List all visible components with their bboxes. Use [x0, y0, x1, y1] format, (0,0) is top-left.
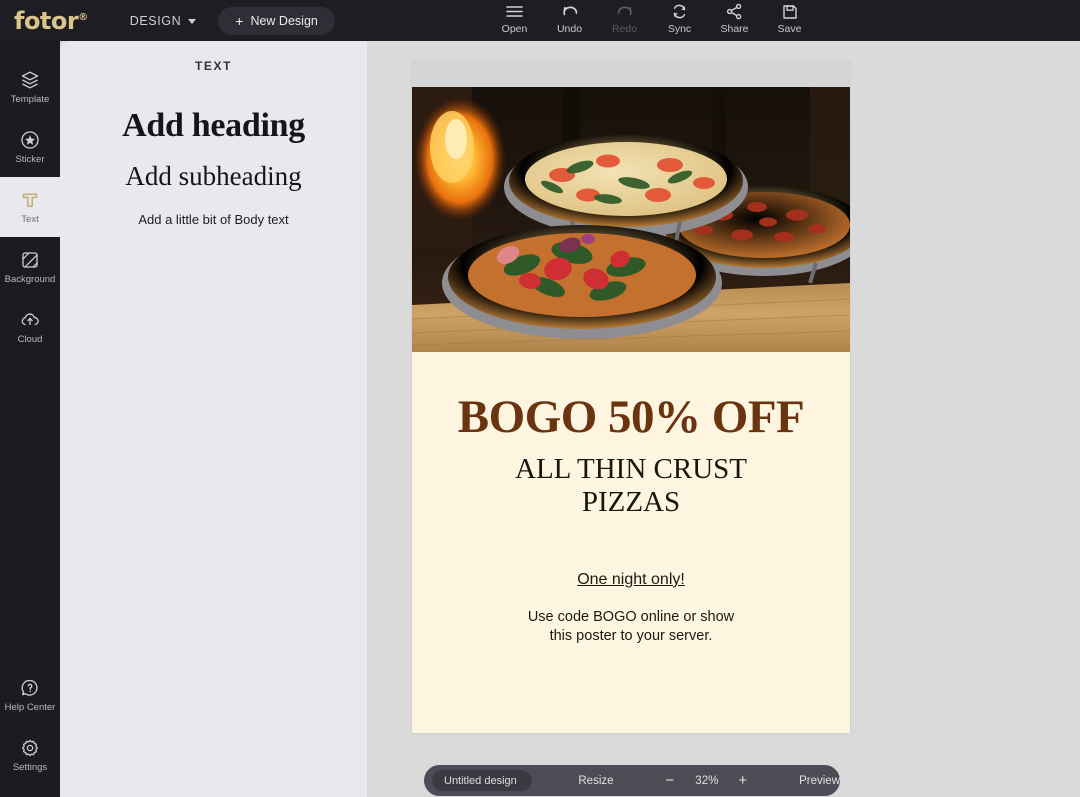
- poster-subheadline-line1: ALL THIN CRUST: [515, 453, 747, 485]
- canvas-top-band: [412, 62, 850, 87]
- sidebar-item-label: Background: [4, 274, 56, 285]
- redo-button[interactable]: Redo: [597, 0, 652, 35]
- logo-text: fotor: [14, 6, 79, 35]
- sync-refresh-icon: [671, 2, 688, 21]
- undo-arrow-icon: [560, 2, 580, 21]
- sync-label: Sync: [667, 23, 692, 35]
- design-canvas[interactable]: BOGO 50% OFF ALL THIN CRUST PIZZAS One n…: [412, 62, 850, 733]
- sidebar-item-label: Text: [21, 214, 39, 225]
- top-tool-group: Open Undo Redo Sync Share Save: [487, 0, 817, 41]
- sidebar-item-cloud[interactable]: Cloud: [0, 297, 60, 357]
- design-name-input[interactable]: Untitled design: [432, 770, 533, 791]
- poster-tagline[interactable]: One night only!: [412, 571, 850, 589]
- sidebar-secondary-group: Help Center Settings: [0, 665, 60, 785]
- panel-title: TEXT: [194, 59, 233, 73]
- sidebar-item-label: Sticker: [15, 154, 45, 165]
- add-heading-option[interactable]: Add heading: [60, 107, 367, 145]
- pizza-photo[interactable]: [412, 87, 850, 352]
- bottom-status-bar: Untitled design Resize − 32% + Preview: [424, 765, 840, 796]
- pizza-photo-illustration: [412, 87, 850, 352]
- undo-button[interactable]: Undo: [542, 0, 597, 35]
- floppy-disk-icon: [782, 2, 798, 21]
- sidebar-item-label: Template: [10, 94, 50, 105]
- poster-details[interactable]: Use code BOGO online or show this poster…: [412, 608, 850, 647]
- hatched-square-icon: [19, 249, 41, 271]
- sidebar-item-help-center[interactable]: Help Center: [0, 665, 60, 725]
- design-menu-label: DESIGN: [129, 13, 182, 28]
- sidebar-item-settings[interactable]: Settings: [0, 725, 60, 785]
- redo-arrow-icon: [615, 2, 635, 21]
- text-t-icon: [19, 189, 41, 211]
- registered-mark: ®: [78, 11, 88, 23]
- poster-headline[interactable]: BOGO 50% OFF: [412, 394, 850, 441]
- save-label: Save: [777, 23, 802, 35]
- save-button[interactable]: Save: [762, 0, 817, 35]
- sidebar-item-text[interactable]: Text: [0, 177, 60, 237]
- fotor-editor-window: fotor® DESIGN + New Design Open Undo Red…: [0, 0, 1080, 797]
- top-toolbar: fotor® DESIGN + New Design Open Undo Red…: [0, 0, 1080, 41]
- sync-button[interactable]: Sync: [652, 0, 707, 35]
- poster-subheadline[interactable]: ALL THIN CRUST PIZZAS: [412, 453, 850, 520]
- fotor-logo[interactable]: fotor®: [14, 7, 88, 35]
- share-label: Share: [720, 23, 749, 35]
- hamburger-menu-icon: [505, 2, 524, 21]
- open-button[interactable]: Open: [487, 0, 542, 35]
- plus-icon: +: [235, 12, 244, 29]
- sidebar-item-label: Settings: [12, 762, 48, 773]
- new-design-button[interactable]: + New Design: [218, 6, 335, 35]
- sidebar-item-sticker[interactable]: Sticker: [0, 117, 60, 177]
- left-sidebar: Template Sticker Text Background Cloud H…: [0, 41, 60, 797]
- sidebar-item-background[interactable]: Background: [0, 237, 60, 297]
- add-body-text-option[interactable]: Add a little bit of Body text: [60, 212, 367, 227]
- sidebar-item-label: Cloud: [17, 334, 43, 345]
- layers-stack-icon: [19, 69, 41, 91]
- add-subheading-option[interactable]: Add subheading: [60, 161, 367, 192]
- cloud-upload-icon: [19, 309, 41, 331]
- canvas-workspace[interactable]: BOGO 50% OFF ALL THIN CRUST PIZZAS One n…: [367, 41, 1080, 797]
- design-menu-dropdown[interactable]: DESIGN: [130, 14, 197, 28]
- undo-label: Undo: [556, 23, 583, 35]
- gear-icon: [19, 737, 41, 759]
- redo-label: Redo: [611, 23, 638, 35]
- new-design-label: New Design: [250, 13, 318, 28]
- preview-button[interactable]: Preview: [799, 775, 840, 787]
- poster-text-block: BOGO 50% OFF ALL THIN CRUST PIZZAS One n…: [412, 352, 850, 733]
- chevron-down-icon: [188, 19, 197, 24]
- zoom-in-button[interactable]: +: [738, 773, 747, 788]
- sidebar-item-label: Help Center: [4, 702, 56, 713]
- open-label: Open: [501, 23, 528, 35]
- poster-subheadline-line2: PIZZAS: [581, 486, 681, 519]
- question-bubble-icon: [19, 677, 41, 699]
- resize-button[interactable]: Resize: [578, 775, 613, 787]
- zoom-out-button[interactable]: −: [666, 773, 675, 788]
- share-button[interactable]: Share: [707, 0, 762, 35]
- poster-details-line1: Use code BOGO online or show: [527, 608, 735, 625]
- sidebar-item-template[interactable]: Template: [0, 57, 60, 117]
- text-panel: TEXT Add heading Add subheading Add a li…: [60, 41, 367, 797]
- poster-details-line2: this poster to your server.: [549, 628, 713, 645]
- share-node-icon: [726, 2, 743, 21]
- star-badge-icon: [19, 129, 41, 151]
- zoom-level-label: 32%: [695, 774, 719, 787]
- sidebar-primary-group: Template Sticker Text Background Cloud: [0, 57, 60, 357]
